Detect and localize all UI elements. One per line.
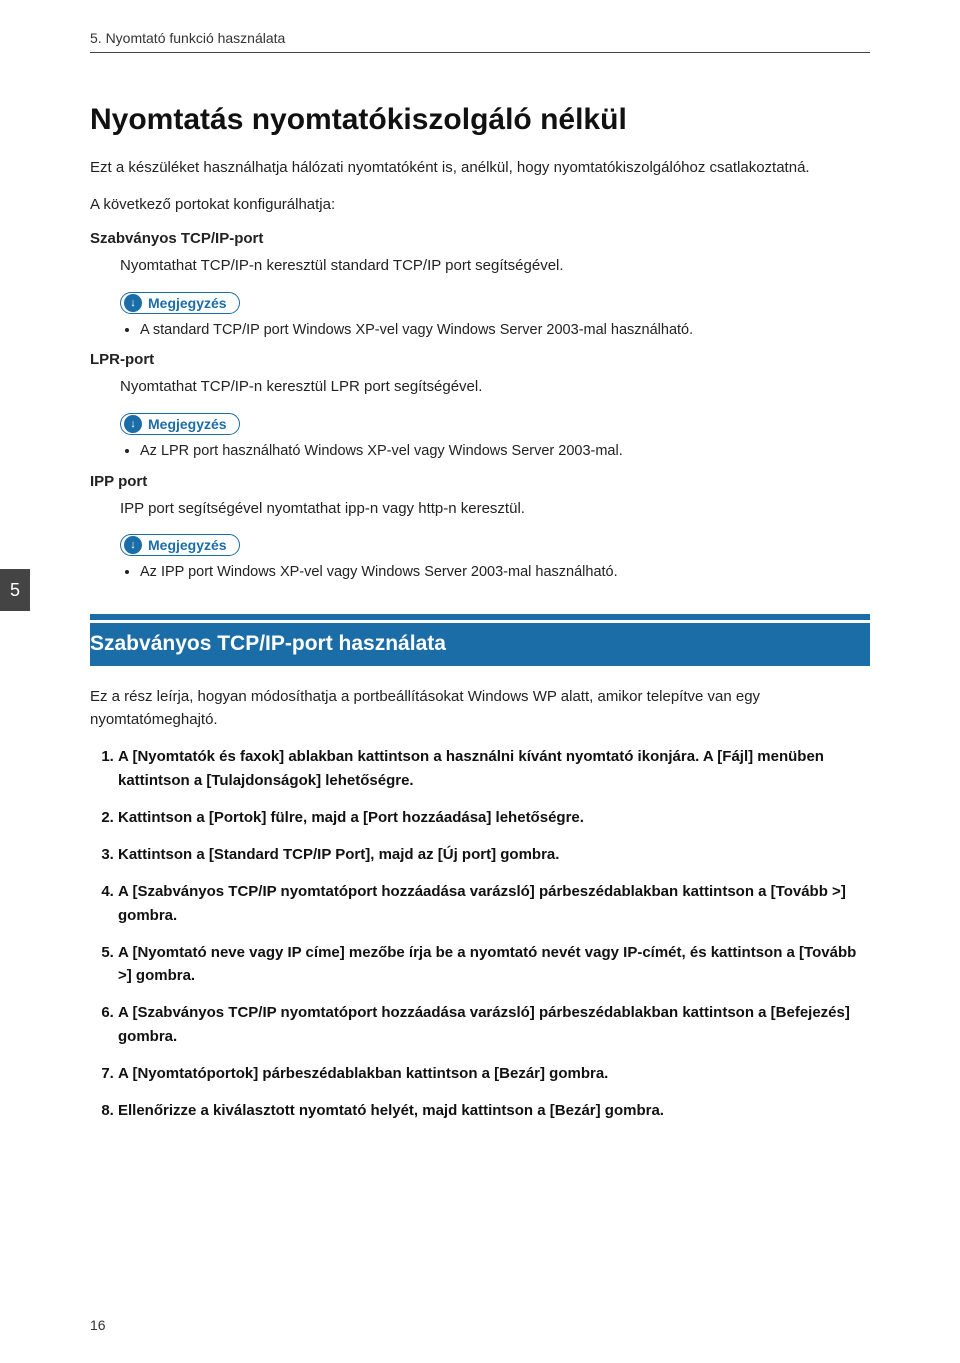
port-lpr-heading: LPR-port [90,351,870,368]
port-lpr-note: Az LPR port használható Windows XP-vel v… [140,441,870,463]
header-breadcrumb: 5. Nyomtató funkció használata [90,30,870,53]
step-5: A [Nyomtató neve vagy IP címe] mezőbe ír… [118,941,870,988]
section-intro: Ez a rész leírja, hogyan módosíthatja a … [90,686,870,731]
port-tcp-note: A standard TCP/IP port Windows XP-vel va… [140,320,870,342]
step-7: A [Nyomtatóportok] párbeszédablakban kat… [118,1062,870,1085]
port-tcp-note-list: A standard TCP/IP port Windows XP-vel va… [120,320,870,342]
step-4: A [Szabványos TCP/IP nyomtatóport hozzáa… [118,880,870,927]
port-lpr-desc: Nyomtathat TCP/IP-n keresztül LPR port s… [120,376,870,399]
note-badge: ↓ Megjegyzés [120,292,870,314]
step-2: Kattintson a [Portok] fülre, majd a [Por… [118,806,870,829]
note-label: Megjegyzés [148,295,227,311]
note-badge: ↓ Megjegyzés [120,534,870,556]
config-line: A következő portokat konfigurálhatja: [90,194,870,217]
intro-paragraph: Ezt a készüléket használhatja hálózati n… [90,157,870,180]
section-title: Szabványos TCP/IP-port használata [90,624,870,666]
port-tcp-desc: Nyomtathat TCP/IP-n keresztül standard T… [120,255,870,278]
note-label: Megjegyzés [148,537,227,553]
step-8: Ellenőrizze a kiválasztott nyomtató hely… [118,1099,870,1122]
note-label: Megjegyzés [148,416,227,432]
port-ipp-desc: IPP port segítségével nyomtathat ipp-n v… [120,498,870,521]
page-number: 16 [90,1317,106,1333]
step-1: A [Nyomtatók és faxok] ablakban kattints… [118,745,870,792]
chapter-side-tab: 5 [0,569,30,611]
port-ipp-note-list: Az IPP port Windows XP-vel vagy Windows … [120,562,870,584]
port-ipp-note: Az IPP port Windows XP-vel vagy Windows … [140,562,870,584]
heading-bar-thick [90,614,870,620]
page-title: Nyomtatás nyomtatókiszolgáló nélkül [90,103,870,137]
arrow-down-icon: ↓ [124,536,142,554]
step-6: A [Szabványos TCP/IP nyomtatóport hozzáa… [118,1001,870,1048]
arrow-down-icon: ↓ [124,415,142,433]
note-badge: ↓ Megjegyzés [120,413,870,435]
steps-list: A [Nyomtatók és faxok] ablakban kattints… [90,745,870,1122]
port-ipp-heading: IPP port [90,473,870,490]
page: 5. Nyomtató funkció használata 5 Nyomtat… [0,0,960,1363]
arrow-down-icon: ↓ [124,294,142,312]
section-tcp-usage-heading: Szabványos TCP/IP-port használata [90,614,870,667]
port-tcp-heading: Szabványos TCP/IP-port [90,230,870,247]
step-3: Kattintson a [Standard TCP/IP Port], maj… [118,843,870,866]
port-lpr-note-list: Az LPR port használható Windows XP-vel v… [120,441,870,463]
